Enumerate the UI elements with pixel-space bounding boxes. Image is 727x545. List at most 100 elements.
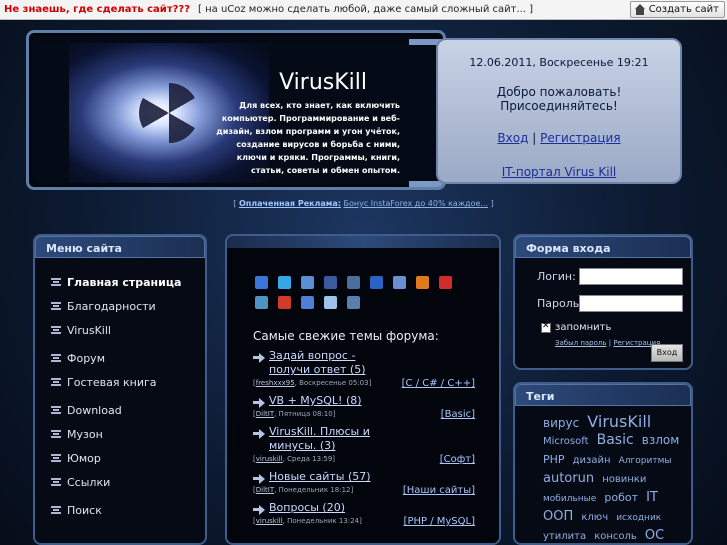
login-input[interactable]	[579, 268, 683, 285]
delicious-icon[interactable]	[255, 276, 268, 289]
header-login-link[interactable]: Вход	[497, 131, 528, 145]
bobrdobr-icon[interactable]	[255, 296, 268, 309]
topic-author-link[interactable]: viruskill	[256, 455, 283, 463]
forum-topic-link[interactable]: VirusKill. Плюсы и минусы. (3)	[269, 425, 381, 453]
header-link-separator: |	[532, 131, 537, 145]
vkontakte-icon[interactable]	[347, 276, 360, 289]
login-row: Логин:	[515, 268, 691, 285]
topic-category-link[interactable]: [Наши сайты]	[403, 485, 475, 496]
ucoz-ad-text[interactable]: [ на uCoz можно сделать любой, даже самы…	[198, 4, 533, 15]
ucoz-promo-link[interactable]: Не знаешь, где сделать сайт???	[4, 4, 190, 15]
mailru-icon[interactable]	[370, 276, 383, 289]
menu-bullet-icon	[51, 278, 61, 286]
paid-ad-label[interactable]: Оплаченная Реклама:	[239, 199, 341, 208]
tag-link[interactable]: autorun	[543, 471, 594, 486]
tag-link[interactable]: мобильные	[543, 494, 596, 504]
topic-time: , Пятница 08:10	[274, 410, 333, 418]
tag-link[interactable]: OC	[645, 528, 664, 543]
rutvit-icon[interactable]	[439, 276, 452, 289]
site-description: Для всех, кто знает, как включить компью…	[216, 101, 400, 175]
topic-time: , Воскресенье 05:03	[294, 379, 369, 387]
tag-link[interactable]: VirusKill	[587, 412, 651, 431]
tag-link[interactable]: консоль	[594, 531, 637, 542]
liveinternet-icon[interactable]	[393, 276, 406, 289]
twitter-icon[interactable]	[278, 276, 291, 289]
tag-link[interactable]: ключ	[581, 512, 608, 523]
topic-category-link[interactable]: [Софт]	[440, 454, 475, 465]
menu-item-label: Форум	[67, 351, 105, 365]
tag-link[interactable]: дизайн	[573, 455, 611, 466]
page: VirusKill Для всех, кто знает, как включ…	[0, 20, 727, 545]
forum-topic-link[interactable]: Вопросы (20)	[269, 501, 381, 515]
topic-author-link[interactable]: DiltIT	[256, 486, 274, 494]
social-bookmarks	[227, 248, 499, 309]
tag-link[interactable]: Basic	[597, 432, 634, 448]
arrow-right-icon	[253, 398, 265, 408]
facebook-icon[interactable]	[324, 276, 337, 289]
tags-title: Теги	[515, 384, 691, 406]
create-site-button[interactable]: Создать сайт	[629, 1, 725, 18]
topic-author-link[interactable]: freshxxx95	[256, 379, 295, 387]
welcome-panel: 12.06.2011, Воскресенье 19:21 Добро пожа…	[436, 38, 682, 184]
tag-link[interactable]: вирус	[543, 416, 579, 430]
vk-icon[interactable]	[347, 296, 360, 309]
topic-category-link[interactable]: [PHP / MySQL]	[404, 516, 475, 527]
menu-item-label: Гостевая книга	[67, 375, 157, 389]
tag-link[interactable]: исходник	[616, 513, 661, 523]
google-icon[interactable]	[301, 296, 314, 309]
tag-link[interactable]: взлом	[642, 433, 680, 447]
topic-category-link[interactable]: [Basic]	[441, 409, 475, 420]
forum-latest-title: Самые свежие темы форума:	[253, 329, 439, 343]
forum-topic-link[interactable]: VB + MySQL! (8)	[269, 394, 381, 408]
remember-checkbox[interactable]	[541, 321, 551, 333]
menu-item-label: Благодарности	[67, 299, 156, 313]
topic-category-link[interactable]: [C / C# / C++]	[402, 378, 475, 389]
tag-link[interactable]: Microsoft	[543, 436, 589, 447]
menu-item-search[interactable]: Поиск	[51, 498, 205, 522]
menu-bullet-icon	[51, 478, 61, 486]
livejournal-icon[interactable]	[324, 296, 337, 309]
menu-item-humor[interactable]: Юмор	[51, 446, 205, 470]
tag-link[interactable]: IT	[646, 490, 658, 505]
menu-item-download[interactable]: Download	[51, 398, 205, 422]
topic-time: , Понедельник 13:24	[282, 517, 360, 525]
site-logo-banner[interactable]: VirusKill Для всех, кто знает, как включ…	[26, 30, 446, 190]
login-form-title: Форма входа	[515, 236, 691, 258]
yandex-icon[interactable]	[278, 296, 291, 309]
forum-topic-link[interactable]: Задай вопрос - получи ответ (5)	[269, 349, 381, 377]
topic-author-link[interactable]: viruskill	[256, 517, 283, 525]
tag-link[interactable]: ООП	[543, 509, 573, 524]
forum-topic-link[interactable]: Новые сайты (57)	[269, 470, 381, 484]
menu-item-guestbook[interactable]: Гостевая книга	[51, 370, 205, 394]
menu-item-label: Download	[67, 403, 122, 417]
menu-item-thanks[interactable]: Благодарности	[51, 294, 205, 318]
moikrug-icon[interactable]	[301, 276, 314, 289]
arrow-right-icon	[253, 353, 265, 363]
menu-bullet-icon	[51, 430, 61, 438]
tag-link[interactable]: новинки	[602, 474, 646, 485]
login-submit-button[interactable]: Вход	[651, 344, 683, 362]
tag-link[interactable]: PHP	[543, 453, 565, 466]
welcome-text: Добро пожаловать! Присоединяйтесь!	[496, 85, 622, 113]
menu-item-forum[interactable]: Форум	[51, 346, 205, 370]
topic-author-link[interactable]: DiltIT	[256, 410, 274, 418]
tag-link[interactable]: Алгоритмы	[619, 456, 672, 466]
forum-topic: Задай вопрос - получи ответ (5) [freshxx…	[253, 349, 475, 389]
odnoklassniki-icon[interactable]	[416, 276, 429, 289]
header-register-link[interactable]: Регистрация	[540, 131, 620, 145]
menu-item-music[interactable]: Музон	[51, 422, 205, 446]
forgot-password-link[interactable]: Забыл пароль	[555, 339, 607, 347]
tag-link[interactable]: утилита	[543, 531, 586, 542]
menu-item-links[interactable]: Ссылки	[51, 470, 205, 494]
paid-ad-line: [ Оплаченная Реклама: Бонус InstaForex д…	[0, 199, 727, 208]
topic-time: , Среда 13:59	[282, 455, 333, 463]
remember-label: запомнить	[555, 322, 612, 333]
password-input[interactable]	[579, 295, 683, 312]
portal-link[interactable]: IT-портал Virus Kill	[438, 165, 680, 179]
tag-link[interactable]: робот	[604, 491, 638, 504]
remember-row: запомнить	[541, 321, 691, 333]
menu-item-label: Поиск	[67, 503, 102, 517]
menu-item-home[interactable]: Главная страница	[51, 270, 205, 294]
paid-ad-link[interactable]: Бонус InstaForex до 40% каждое...	[344, 199, 489, 208]
menu-item-viruskill[interactable]: VirusKill	[51, 318, 205, 342]
